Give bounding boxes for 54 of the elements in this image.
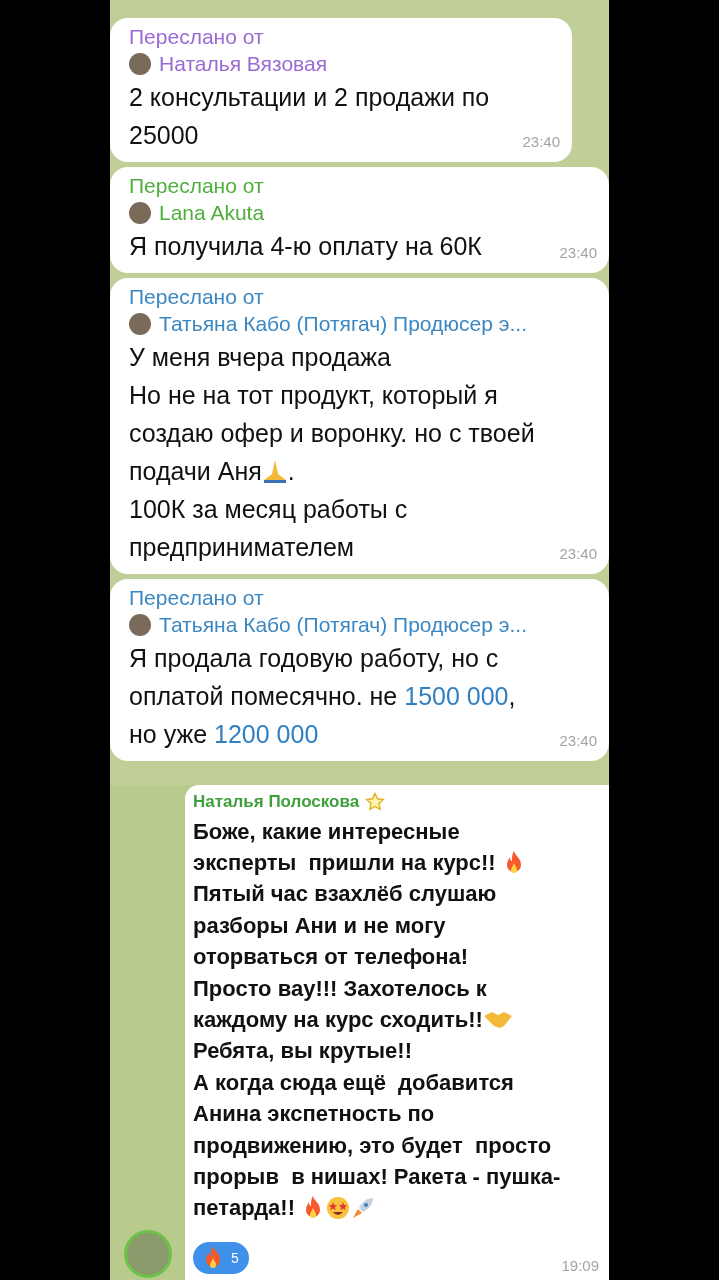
message-time: 23:40 (559, 545, 597, 562)
avatar (129, 614, 151, 636)
starstruck-face-icon (325, 1196, 352, 1221)
message-text: Боже, какие интересные (193, 818, 460, 845)
message-time: 23:40 (559, 732, 597, 749)
forwarded-label: Переслано от (129, 24, 265, 50)
praying-hands-icon (261, 459, 288, 483)
message-text: Но не на тот продукт, который я (129, 380, 498, 410)
message-text: оплатой помесячно. не (129, 681, 399, 711)
message-text: 100К за месяц работы с (129, 494, 408, 524)
number-link[interactable]: 1500 000 (404, 681, 509, 711)
forwarded-label: Переслано от (129, 284, 265, 310)
message-text: Просто вау!!! Захотелось к (193, 975, 487, 1002)
author-name[interactable]: Lana Akuta (159, 201, 265, 225)
message-time: 19:09 (561, 1257, 599, 1275)
forwarded-label: Переслано от (129, 585, 265, 611)
message-text: Я продала годовую работу, но с (129, 643, 499, 673)
star-icon (365, 792, 386, 813)
avatar[interactable] (123, 1230, 172, 1278)
message-time: 23:40 (522, 133, 560, 150)
message-text: создаю офер и воронку. но с твоей (129, 418, 535, 448)
message-text: У меня вчера продажа (129, 342, 391, 372)
rocket-icon (351, 1196, 376, 1221)
message-text: 25000 (129, 120, 199, 150)
message-text: Я получила 4-ю оплату на 60К (129, 231, 482, 261)
message-text: Пятый час взахлёб слушаю (193, 881, 497, 908)
message-text: , (508, 681, 516, 711)
message-time: 23:40 (559, 244, 597, 261)
message-text: Ребята, вы крутые!! (193, 1038, 412, 1065)
message-text: Анина экспетность по (193, 1101, 435, 1128)
avatar (129, 313, 151, 335)
avatar (129, 202, 151, 224)
author-name[interactable]: Татьяна Кабо (Потягач) Продюсер э... (159, 312, 527, 336)
message-text: оторваться от телефона! (193, 944, 469, 971)
author-name[interactable]: Татьяна Кабо (Потягач) Продюсер э... (159, 613, 527, 637)
message-text: петарда!! (193, 1195, 296, 1222)
message-text: каждому на курс сходить!! (193, 1007, 483, 1033)
message-text: разборы Ани и не могу (193, 912, 446, 939)
avatar (129, 53, 151, 75)
message-text: эксперты пришли на курс!! (193, 850, 497, 877)
author-name[interactable]: Наталья Вязовая (159, 52, 328, 76)
message-text: 2 консультации и 2 продажи по (129, 82, 490, 112)
message-text: подачи Аня (129, 456, 262, 486)
message-text: но уже (129, 719, 209, 749)
forwarded-label: Переслано от (129, 173, 265, 199)
handshake-icon (482, 1010, 513, 1030)
number-link[interactable]: 1200 000 (214, 719, 319, 749)
reaction-button[interactable]: 5 (193, 1242, 249, 1275)
message-text: предпринимателем (129, 532, 355, 562)
message-text: продвижению, это будет просто (193, 1132, 552, 1159)
message-text: А когда сюда ещё добавится (193, 1069, 514, 1096)
author-name[interactable]: Наталья Полоскова (193, 792, 360, 813)
message-text: . (287, 456, 295, 486)
message-text: прорыв в нишах! Ракета - пушка- (193, 1163, 561, 1190)
